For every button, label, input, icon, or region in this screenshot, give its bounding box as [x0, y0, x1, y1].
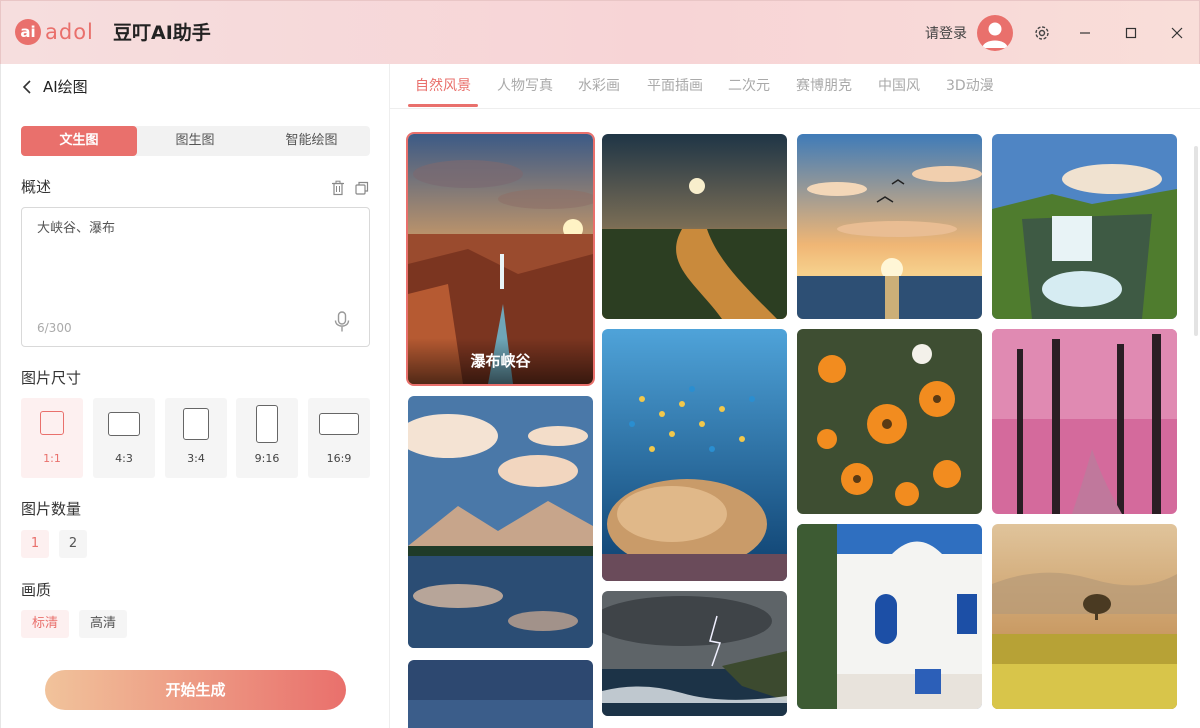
quality-option-hd[interactable]: 高清 — [79, 610, 127, 638]
gallery-scrollbar[interactable] — [1194, 146, 1198, 336]
prompt-char-count: 6/300 — [37, 321, 72, 335]
app-logo-word: adol — [45, 20, 94, 44]
count-option-2[interactable]: 2 — [59, 530, 87, 558]
gear-icon[interactable] — [1030, 21, 1054, 45]
tab-3d-anime[interactable]: 3D动漫 — [946, 76, 994, 96]
user-avatar-icon[interactable] — [977, 15, 1013, 51]
tab-image-to-image[interactable]: 图生图 — [137, 126, 253, 156]
quality-option-standard[interactable]: 标清 — [21, 610, 69, 638]
tab-watercolor[interactable]: 水彩画 — [578, 76, 620, 96]
gallery-image-cliff-waterfalls[interactable] — [992, 134, 1177, 319]
quality-label: 画质 — [21, 581, 52, 599]
gallery-image-twilight-lake[interactable] — [408, 660, 593, 728]
ratio-16-9-icon — [319, 413, 359, 435]
app-title: 豆叮AI助手 — [113, 22, 211, 44]
size-option-1-1[interactable]: 1:1 — [21, 398, 83, 478]
size-option-label: 16:9 — [326, 452, 352, 465]
gallery-image-golden-field[interactable] — [992, 524, 1177, 709]
gallery-image-moon-river[interactable] — [602, 134, 787, 319]
size-option-label: 3:4 — [187, 452, 205, 465]
size-option-label: 9:16 — [254, 452, 280, 465]
maximize-icon[interactable] — [1119, 21, 1143, 45]
tab-text-to-image[interactable]: 文生图 — [21, 126, 137, 156]
count-label: 图片数量 — [21, 500, 82, 518]
size-option-label: 1:1 — [43, 452, 61, 465]
gallery-image-canyon-waterfall[interactable]: 瀑布峡谷 — [408, 134, 593, 384]
gallery-image-coral-reef[interactable] — [602, 329, 787, 581]
size-option-9-16[interactable]: 9:16 — [236, 398, 298, 478]
login-link[interactable]: 请登录 — [925, 24, 967, 44]
minimize-icon[interactable] — [1073, 21, 1097, 45]
tab-portrait[interactable]: 人物写真 — [497, 76, 553, 96]
tab-flat-illustration[interactable]: 平面插画 — [647, 76, 703, 96]
title-bar: ai adol 豆叮AI助手 请登录 — [0, 0, 1200, 64]
size-option-4-3[interactable]: 4:3 — [93, 398, 155, 478]
chevron-left-icon — [22, 80, 31, 94]
tab-nature-scenery[interactable]: 自然风景 — [415, 76, 471, 96]
ratio-1-1-icon — [40, 411, 64, 435]
ratio-4-3-icon — [108, 412, 140, 436]
active-tab-indicator — [408, 104, 478, 107]
prompt-text[interactable]: 大峡谷、瀑布 — [37, 220, 115, 238]
generate-button[interactable]: 开始生成 — [45, 670, 346, 710]
category-tabs: 自然风景 人物写真 水彩画 平面插画 二次元 赛博朋克 中国风 3D动漫 — [390, 64, 1200, 109]
tab-smart-drawing[interactable]: 智能绘图 — [253, 126, 370, 156]
prompt-label: 概述 — [21, 178, 52, 196]
size-option-16-9[interactable]: 16:9 — [308, 398, 370, 478]
gallery-image-orange-flowers[interactable] — [797, 329, 982, 514]
ratio-9-16-icon — [256, 405, 278, 443]
right-panel: 自然风景 人物写真 水彩画 平面插画 二次元 赛博朋克 中国风 3D动漫 瀑布峡 — [390, 64, 1200, 728]
app-logo-icon: ai — [15, 19, 41, 45]
size-option-3-4[interactable]: 3:4 — [165, 398, 227, 478]
tab-anime[interactable]: 二次元 — [728, 76, 770, 96]
left-panel: AI绘图 文生图 图生图 智能绘图 概述 大峡谷、瀑布 6/300 图片尺寸 1… — [0, 64, 390, 728]
back-button[interactable]: AI绘图 — [21, 76, 88, 98]
tab-cyberpunk[interactable]: 赛博朋克 — [796, 76, 852, 96]
mode-tabs: 文生图 图生图 智能绘图 — [21, 126, 370, 156]
trash-icon[interactable] — [330, 180, 346, 196]
copy-icon[interactable] — [354, 180, 370, 196]
close-icon[interactable] — [1165, 21, 1189, 45]
gallery-image-seagulls-sunset[interactable] — [797, 134, 982, 319]
tab-chinese-style[interactable]: 中国风 — [878, 76, 920, 96]
count-option-1[interactable]: 1 — [21, 530, 49, 558]
gallery-image-pink-forest[interactable] — [992, 329, 1177, 514]
image-gallery: 瀑布峡谷 — [390, 110, 1200, 728]
gallery-image-white-blue-house[interactable] — [797, 524, 982, 709]
gallery-image-mountain-lake[interactable] — [408, 396, 593, 648]
back-label: AI绘图 — [43, 78, 88, 96]
ratio-3-4-icon — [183, 408, 209, 440]
size-option-label: 4:3 — [115, 452, 133, 465]
size-label: 图片尺寸 — [21, 369, 82, 387]
selected-image-label: 瀑布峡谷 — [408, 338, 593, 384]
prompt-input[interactable]: 大峡谷、瀑布 6/300 — [21, 207, 370, 347]
microphone-icon[interactable] — [332, 310, 352, 334]
gallery-image-storm-sea[interactable] — [602, 591, 787, 716]
